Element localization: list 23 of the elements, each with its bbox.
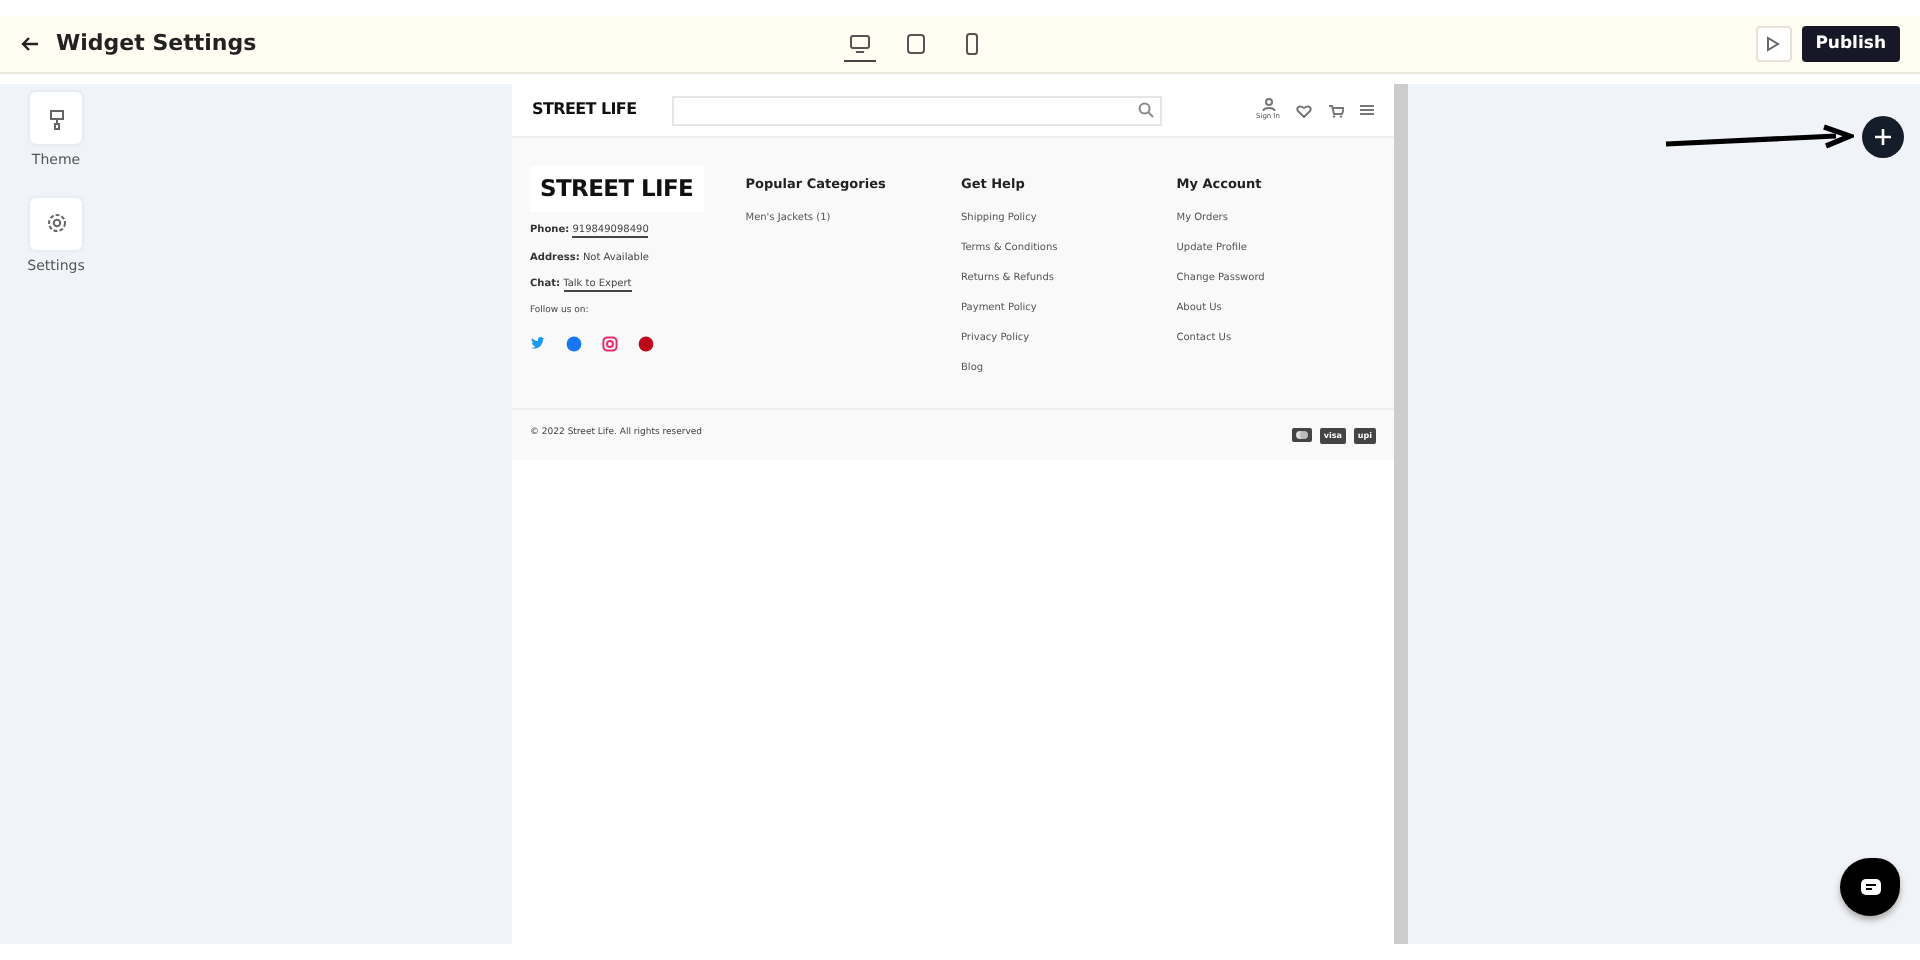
plus-icon: [1874, 128, 1892, 146]
sidebar-button[interactable]: [30, 197, 82, 249]
instagram-icon[interactable]: [602, 335, 618, 351]
chat-icon: [1859, 878, 1881, 896]
store-logo: STREET LIFE: [532, 98, 637, 122]
page-title: Widget Settings: [56, 27, 257, 60]
publish-button[interactable]: Publish: [1801, 25, 1900, 63]
card-icon: [1291, 427, 1312, 442]
sidebar-button[interactable]: [30, 92, 82, 144]
monitor-icon: [847, 31, 872, 55]
preview-button[interactable]: [1755, 26, 1792, 62]
back-arrow-icon[interactable]: [20, 36, 40, 52]
play-icon: [1766, 36, 1781, 52]
cart-icon[interactable]: [1328, 103, 1344, 117]
twitter-bird-icon[interactable]: [530, 335, 546, 351]
settings-icon: [45, 212, 67, 234]
heart-icon[interactable]: [1296, 103, 1312, 117]
user-icon[interactable]: [1261, 97, 1275, 112]
search-field[interactable]: [672, 95, 1163, 125]
footer-logo: STREET LIFE: [530, 166, 704, 213]
tablet-icon: [903, 32, 928, 56]
search-icon: [1138, 102, 1155, 118]
menu-icon[interactable]: [1360, 104, 1374, 116]
